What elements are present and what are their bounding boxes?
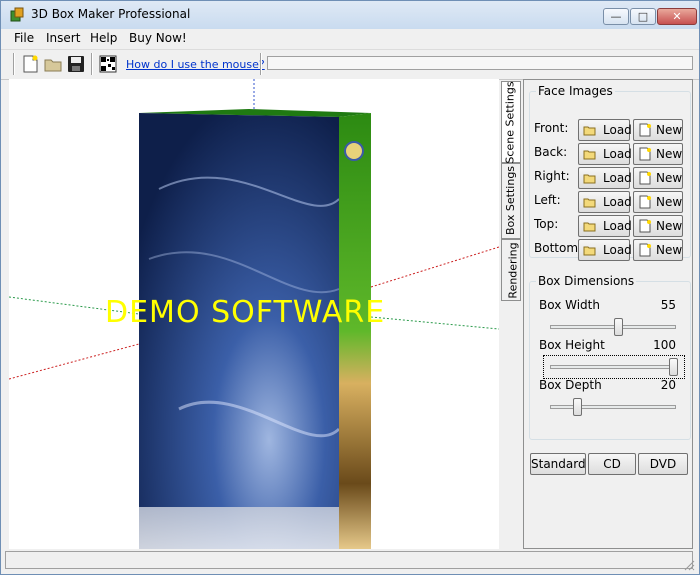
face-images-legend: Face Images — [538, 84, 613, 98]
app-logo-icon — [10, 7, 24, 22]
title-bar[interactable]: 3D Box Maker Professional — □ ✕ — [1, 1, 699, 30]
box-depth-value: 20 — [660, 378, 676, 392]
toolbar-separator — [91, 53, 93, 75]
maximize-button[interactable]: □ — [630, 8, 656, 25]
box-height-value: 100 — [653, 338, 676, 352]
preset-standard-button[interactable]: Standard — [530, 453, 586, 475]
preset-cd-button[interactable]: CD — [588, 453, 636, 475]
open-folder-icon[interactable] — [42, 53, 64, 75]
tab-scene-settings[interactable]: Scene Settings — [501, 81, 521, 164]
open-folder-icon — [583, 246, 596, 256]
window-title: 3D Box Maker Professional — [31, 7, 191, 21]
toolbar-separator — [13, 53, 15, 75]
help-mouse-link[interactable]: How do I use the mouse? — [126, 58, 265, 71]
box-front-face — [139, 113, 339, 549]
new-front-button[interactable]: New — [633, 119, 683, 141]
new-document-icon — [639, 147, 651, 161]
box-height-label: Box Height — [539, 338, 605, 352]
new-document-icon — [639, 171, 651, 185]
qr-code-icon[interactable] — [97, 53, 119, 75]
tab-rendering[interactable]: Rendering — [501, 239, 521, 301]
demo-watermark: DEMO SOFTWARE — [105, 295, 386, 330]
menu-insert[interactable]: Insert — [46, 31, 80, 45]
open-folder-icon — [583, 126, 596, 136]
box-reflection — [139, 507, 339, 549]
face-label-left: Left: — [534, 193, 561, 207]
menu-help[interactable]: Help — [90, 31, 117, 45]
new-document-icon — [639, 195, 651, 209]
open-folder-icon — [583, 198, 596, 208]
menu-file[interactable]: File — [14, 31, 34, 45]
new-document-icon — [639, 243, 651, 257]
load-top-button[interactable]: Load — [578, 215, 632, 237]
app-window: 3D Box Maker Professional — □ ✕ File Ins… — [0, 0, 700, 575]
open-folder-icon — [583, 222, 596, 232]
box-side-face — [339, 113, 371, 549]
axis-z-line — [9, 343, 140, 380]
box-width-label: Box Width — [539, 298, 600, 312]
box-depth-slider-thumb[interactable] — [573, 398, 582, 416]
load-front-button[interactable]: Load — [578, 119, 632, 141]
settings-panel: Face Images Front: Load New Back: Load N… — [523, 79, 693, 549]
face-label-right: Right: — [534, 169, 570, 183]
new-right-button[interactable]: New — [633, 167, 683, 189]
minimize-button[interactable]: — — [603, 8, 629, 25]
new-back-button[interactable]: New — [633, 143, 683, 165]
box-height-slider[interactable] — [550, 365, 676, 369]
menu-bar: File Insert Help Buy Now! — [1, 29, 699, 48]
new-left-button[interactable]: New — [633, 191, 683, 213]
status-bar — [5, 551, 693, 569]
new-document-icon — [639, 219, 651, 233]
tab-box-settings[interactable]: Box Settings — [501, 163, 521, 239]
face-label-bottom: Bottom: — [534, 241, 583, 255]
new-bottom-button[interactable]: New — [633, 239, 683, 261]
open-folder-icon — [583, 150, 596, 160]
toolbar-progress-bar — [267, 56, 693, 70]
resize-grip-icon[interactable] — [683, 559, 695, 571]
axis-x-line-right — [370, 316, 499, 330]
settings-tabs: Scene Settings Box Settings Rendering — [501, 81, 523, 301]
box-depth-slider[interactable] — [550, 405, 676, 409]
box-side-logo-icon — [344, 141, 364, 161]
box-depth-label: Box Depth — [539, 378, 602, 392]
box-width-value: 55 — [660, 298, 676, 312]
3d-viewport[interactable]: DEMO SOFTWARE — [9, 79, 499, 549]
toolbar: How do I use the mouse? — [1, 49, 699, 80]
new-document-icon — [639, 123, 651, 137]
new-document-icon[interactable] — [19, 53, 41, 75]
load-left-button[interactable]: Load — [578, 191, 632, 213]
box-width-slider[interactable] — [550, 325, 676, 329]
close-button[interactable]: ✕ — [657, 8, 697, 25]
save-disk-icon[interactable] — [65, 53, 87, 75]
toolbar-separator — [260, 53, 262, 75]
face-label-front: Front: — [534, 121, 569, 135]
preset-dvd-button[interactable]: DVD — [638, 453, 688, 475]
face-label-top: Top: — [534, 217, 559, 231]
new-top-button[interactable]: New — [633, 215, 683, 237]
face-images-group: Face Images Front: Load New Back: Load N… — [529, 84, 691, 261]
menu-buy-now[interactable]: Buy Now! — [129, 31, 187, 45]
box-width-slider-thumb[interactable] — [614, 318, 623, 336]
box-height-slider-thumb[interactable] — [669, 358, 678, 376]
axis-z-line-right — [370, 246, 499, 288]
load-back-button[interactable]: Load — [578, 143, 632, 165]
open-folder-icon — [583, 174, 596, 184]
load-bottom-button[interactable]: Load — [578, 239, 632, 261]
box-dimensions-group: Box Dimensions Box Width 55 Box Height 1… — [529, 274, 691, 440]
box-dimensions-legend: Box Dimensions — [538, 274, 635, 288]
load-right-button[interactable]: Load — [578, 167, 632, 189]
face-label-back: Back: — [534, 145, 568, 159]
